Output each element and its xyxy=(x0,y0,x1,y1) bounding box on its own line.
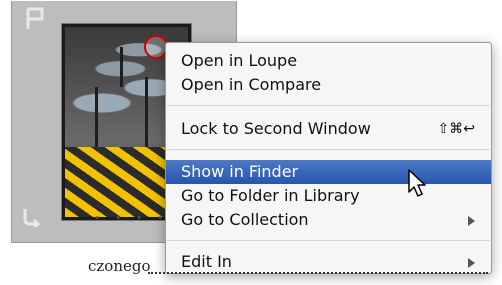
context-menu: Open in Loupe Open in Compare Lock to Se… xyxy=(165,42,492,274)
menu-separator xyxy=(167,149,490,150)
menu-item-edit-in[interactable]: Edit In xyxy=(166,250,491,273)
menu-item-label: Open in Loupe xyxy=(181,51,298,70)
menu-item-label: Open in Compare xyxy=(181,75,322,94)
menu-item-go-to-folder-in-library[interactable]: Go to Folder in Library xyxy=(166,184,491,208)
menu-item-lock-to-second-window[interactable]: Lock to Second Window ⇧⌘↩ xyxy=(166,117,491,141)
keyboard-shortcut: ⇧⌘↩ xyxy=(437,121,475,137)
menu-item-open-in-compare[interactable]: Open in Compare xyxy=(166,73,491,97)
menu-item-show-in-finder[interactable]: Show in Finder xyxy=(166,160,491,184)
flag-icon[interactable] xyxy=(24,7,46,31)
submenu-arrow-icon xyxy=(468,216,475,226)
menu-separator xyxy=(167,105,490,106)
mouse-pointer-icon xyxy=(408,169,426,197)
menu-item-open-in-loupe[interactable]: Open in Loupe xyxy=(166,49,491,73)
menu-item-label: Show in Finder xyxy=(181,162,299,181)
submenu-arrow-icon xyxy=(468,258,475,268)
background-text: czonego xyxy=(88,257,151,275)
menu-item-label: Go to Collection xyxy=(181,210,309,229)
menu-item-label: Go to Folder in Library xyxy=(181,186,360,205)
menu-item-go-to-collection[interactable]: Go to Collection xyxy=(166,208,491,232)
rotate-icon[interactable] xyxy=(20,207,42,227)
menu-item-label: Edit In xyxy=(181,252,232,271)
dotted-cut-line xyxy=(148,272,488,274)
menu-item-label: Lock to Second Window xyxy=(181,119,371,138)
menu-separator xyxy=(167,240,490,241)
